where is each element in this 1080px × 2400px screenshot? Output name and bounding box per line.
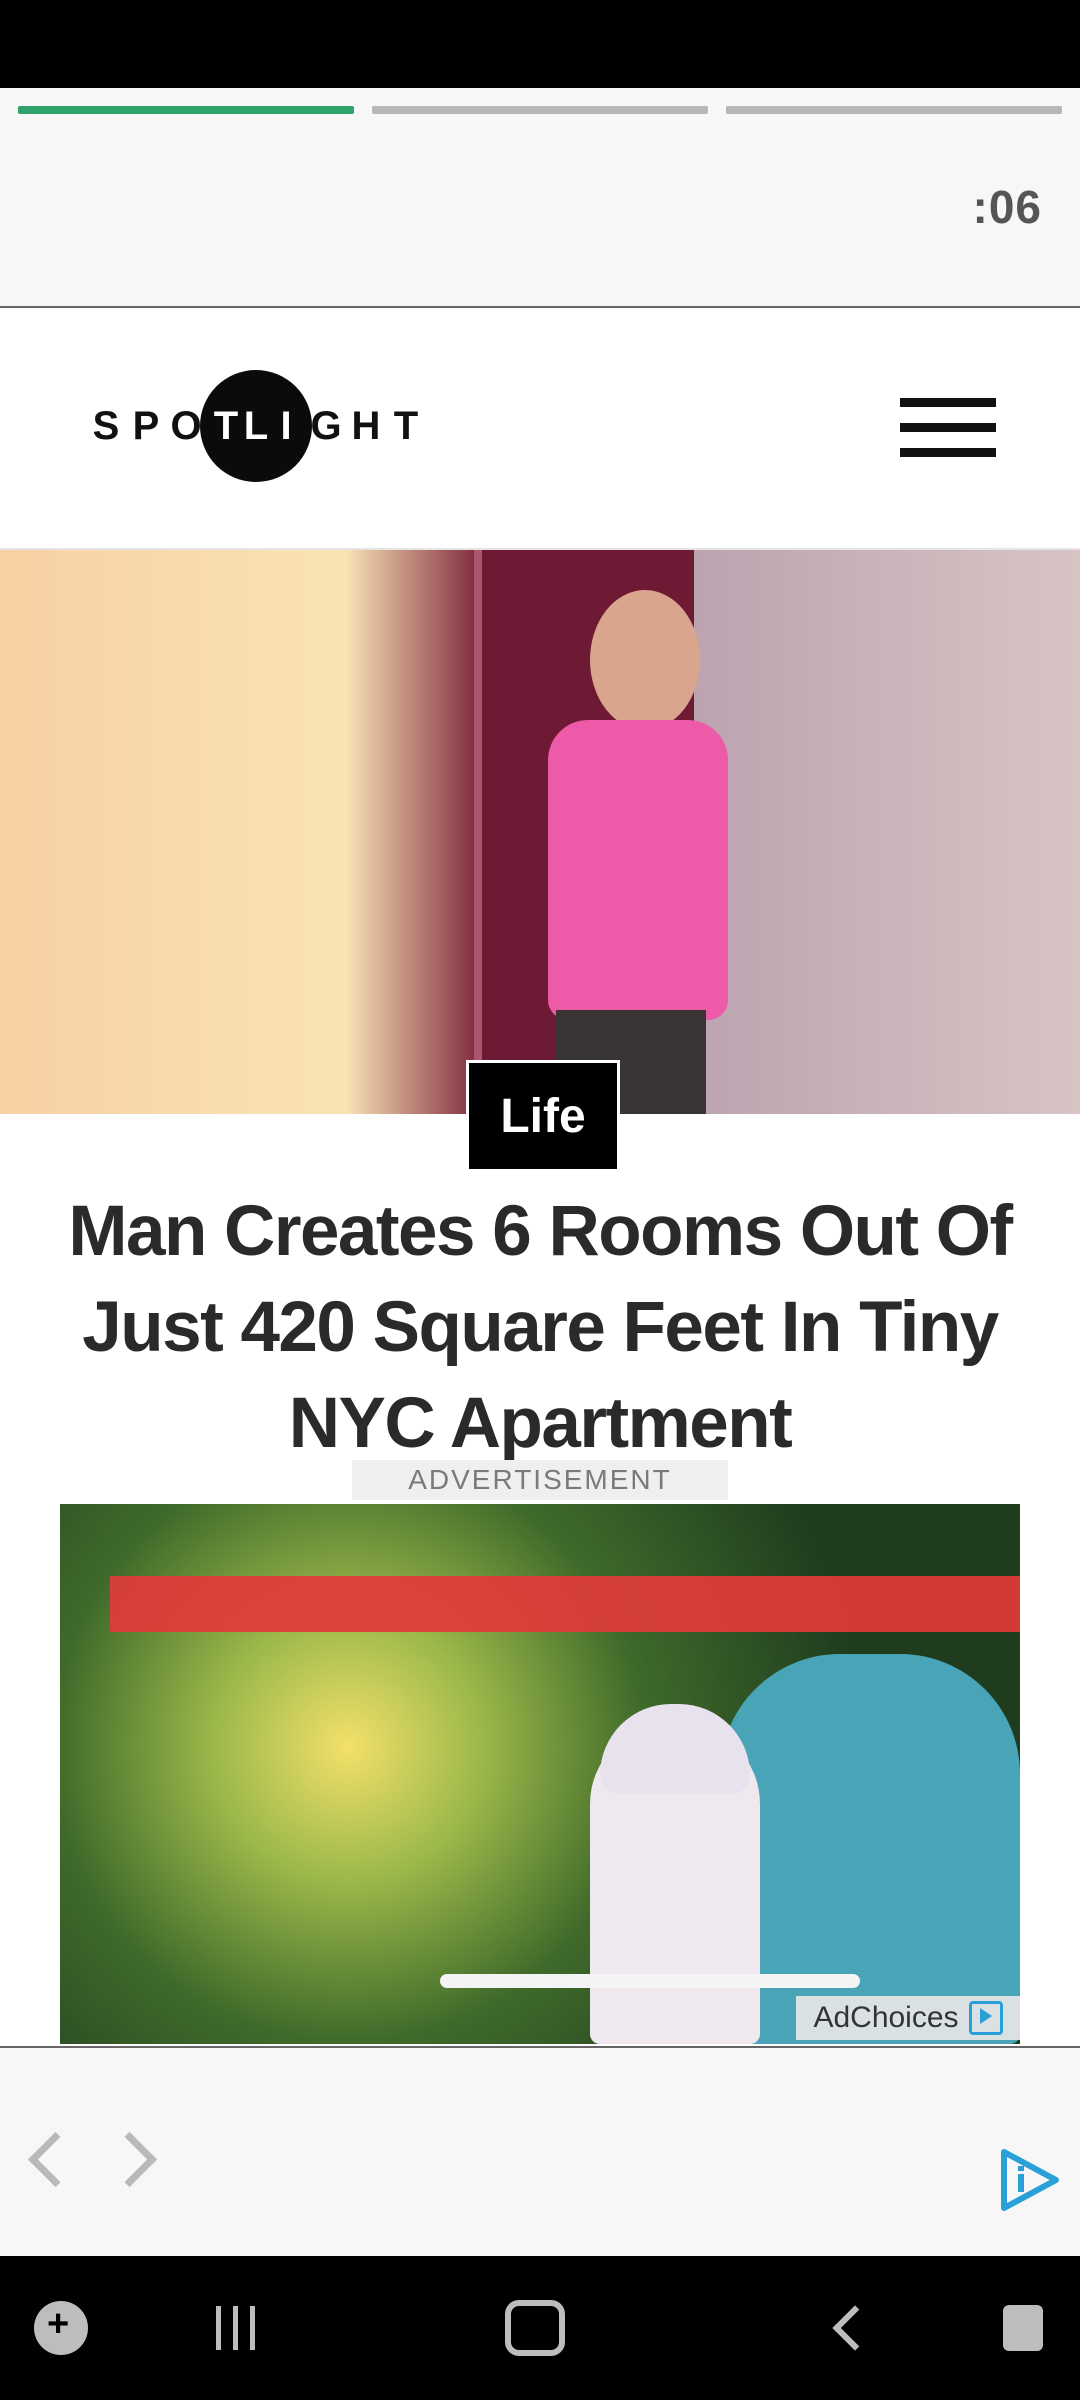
adchoices-button[interactable]: AdChoices	[796, 1996, 1020, 2040]
story-footer	[0, 2046, 1080, 2256]
story-timer: :06	[972, 181, 1042, 233]
hamburger-menu-icon[interactable]	[900, 398, 996, 458]
article-headline: Man Creates 6 Rooms Out Of Just 420 Squa…	[68, 1192, 1013, 1463]
person-head	[590, 590, 700, 730]
spotlight-logo[interactable]: S P O T L I G H T	[86, 368, 426, 484]
chevron-right-icon[interactable]	[101, 2131, 158, 2188]
ad-bike-handlebar	[440, 1974, 860, 1988]
hero-image	[0, 550, 1080, 1114]
chevron-left-icon[interactable]	[27, 2131, 84, 2188]
ad-red-band	[110, 1576, 1020, 1632]
logo-letter: S	[92, 403, 120, 448]
logo-letter: T	[213, 403, 239, 448]
logo-circle: T L I	[200, 370, 312, 482]
play-info-icon[interactable]	[998, 2148, 1062, 2212]
person-shirt	[548, 720, 728, 1020]
category-tag[interactable]: Life	[466, 1060, 620, 1172]
ad-helmet	[600, 1704, 750, 1794]
game-launcher-icon[interactable]	[28, 2256, 94, 2400]
home-icon[interactable]	[500, 2256, 570, 2400]
logo-letter: I	[280, 403, 292, 448]
site-header: S P O T L I G H T	[0, 308, 1080, 550]
assistant-icon[interactable]	[988, 2256, 1058, 2400]
status-bar	[0, 0, 1080, 88]
logo-letter: P	[132, 403, 160, 448]
story-progress-segment-2	[372, 106, 708, 114]
logo-letter: H	[351, 403, 381, 448]
adchoices-icon	[968, 2001, 1003, 2035]
story-progress-segment-3	[726, 106, 1062, 114]
logo-letter: G	[310, 403, 342, 448]
logo-letter: T	[393, 403, 419, 448]
system-navigation-bar	[0, 2256, 1080, 2400]
ad-banner[interactable]: AdChoices	[60, 1504, 1020, 2044]
adchoices-label: AdChoices	[813, 2001, 959, 2034]
recents-icon[interactable]	[200, 2256, 270, 2400]
back-icon[interactable]	[820, 2256, 890, 2400]
story-progress-segment-1	[18, 106, 354, 114]
logo-letter: L	[243, 403, 269, 448]
advertisement-label: ADVERTISEMENT	[352, 1460, 728, 1500]
story-header: :06	[0, 88, 1080, 308]
wall-shape	[694, 550, 1080, 1114]
